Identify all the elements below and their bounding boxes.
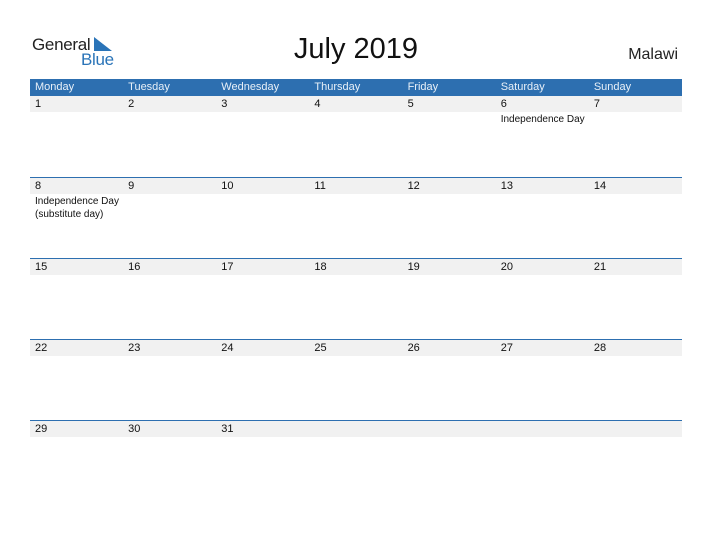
day-number: 2	[128, 98, 135, 110]
events-row	[30, 356, 682, 357]
holiday-event	[216, 356, 309, 357]
date-band: 15 16 17 18 19 20 21	[30, 259, 682, 275]
holiday-event	[123, 275, 216, 276]
week-row: 1 2 3 4 5 6 7 Independence Day	[30, 96, 682, 177]
day-number: 30	[128, 423, 141, 435]
day-number: 20	[500, 261, 513, 273]
holiday-event	[403, 437, 496, 438]
holiday-event	[30, 112, 123, 126]
events-row	[30, 275, 682, 276]
day-number: 4	[314, 98, 321, 110]
day-number: 29	[35, 423, 48, 435]
day-number: 17	[221, 261, 234, 273]
weekday-saturday: Saturday	[500, 81, 545, 93]
holiday-event	[309, 194, 402, 221]
weekday-tuesday: Tuesday	[128, 81, 170, 93]
week-row: 22 23 24 25 26 27 28	[30, 339, 682, 420]
holiday-event	[123, 112, 216, 126]
day-number: 22	[35, 342, 48, 354]
holiday-event	[403, 194, 496, 221]
holiday-event	[496, 356, 589, 357]
holiday-event	[216, 194, 309, 221]
day-number: 25	[314, 342, 327, 354]
date-band: 8 9 10 11 12 13 14	[30, 178, 682, 194]
holiday-event: Independence Day (substitute day)	[35, 196, 119, 220]
day-number: 23	[128, 342, 141, 354]
holiday-event	[123, 356, 216, 357]
day-number: 28	[593, 342, 607, 354]
holiday-event	[216, 112, 309, 126]
holiday-event	[403, 112, 496, 126]
day-number: 15	[35, 261, 48, 273]
day-number: 19	[407, 261, 420, 273]
events-row: Independence Day (substitute day)	[30, 194, 682, 221]
day-number	[496, 421, 589, 437]
day-number	[309, 421, 402, 437]
day-number: 12	[407, 180, 420, 192]
holiday-event	[309, 437, 402, 438]
day-number: 14	[593, 180, 607, 192]
holiday-event	[30, 275, 123, 276]
day-number: 9	[128, 180, 135, 192]
events-row: Independence Day	[30, 112, 682, 126]
holiday-event	[309, 356, 402, 357]
events-row	[30, 437, 682, 438]
holiday-event	[216, 437, 309, 438]
day-number: 3	[221, 98, 228, 110]
date-band: 1 2 3 4 5 6 7	[30, 96, 682, 112]
holiday-event	[30, 356, 123, 357]
day-number: 6	[500, 98, 507, 110]
holiday-event	[309, 112, 402, 126]
weekday-header: Monday Tuesday Wednesday Thursday Friday…	[30, 79, 682, 96]
weekday-wednesday: Wednesday	[221, 81, 280, 93]
holiday-event	[496, 194, 589, 221]
holiday-event	[496, 275, 589, 276]
weekday-thursday: Thursday	[314, 81, 361, 93]
holiday-event	[589, 194, 682, 221]
date-band: 22 23 24 25 26 27 28	[30, 340, 682, 356]
day-number: 10	[221, 180, 234, 192]
day-number: 8	[35, 180, 42, 192]
holiday-event: Independence Day	[500, 114, 585, 125]
holiday-event	[216, 275, 309, 276]
day-number: 24	[221, 342, 234, 354]
calendar-grid: Monday Tuesday Wednesday Thursday Friday…	[30, 79, 682, 501]
day-number: 31	[221, 423, 234, 435]
weekday-sunday: Sunday	[593, 81, 632, 93]
week-row: 8 9 10 11 12 13 14 Independence Day (substitute…	[30, 177, 682, 258]
holiday-event	[589, 437, 682, 438]
day-number: 21	[593, 261, 607, 273]
day-number: 26	[407, 342, 420, 354]
holiday-event	[123, 194, 216, 221]
weekday-monday: Monday	[35, 81, 75, 93]
day-number: 18	[314, 261, 327, 273]
page-title: July 2019	[293, 33, 419, 65]
day-number	[589, 421, 682, 437]
day-number: 27	[500, 342, 513, 354]
day-number	[403, 421, 496, 437]
holiday-event	[496, 437, 589, 438]
date-band: 29 30 31	[30, 421, 682, 437]
country-label: Malawi	[628, 46, 678, 63]
holiday-event	[403, 356, 496, 357]
weekday-friday: Friday	[407, 81, 439, 93]
holiday-event	[123, 437, 216, 438]
holiday-event	[589, 356, 682, 357]
holiday-event	[403, 275, 496, 276]
day-number: 11	[314, 180, 326, 192]
week-row: 15 16 17 18 19 20 21	[30, 258, 682, 339]
day-number: 16	[128, 261, 141, 273]
holiday-event	[30, 437, 123, 438]
day-number: 1	[35, 98, 42, 110]
day-number: 13	[500, 180, 513, 192]
week-row: 29 30 31	[30, 420, 682, 501]
holiday-event	[309, 275, 402, 276]
holiday-event	[589, 112, 682, 126]
holiday-event	[589, 275, 682, 276]
day-number: 7	[593, 98, 600, 110]
day-number: 5	[407, 98, 414, 110]
